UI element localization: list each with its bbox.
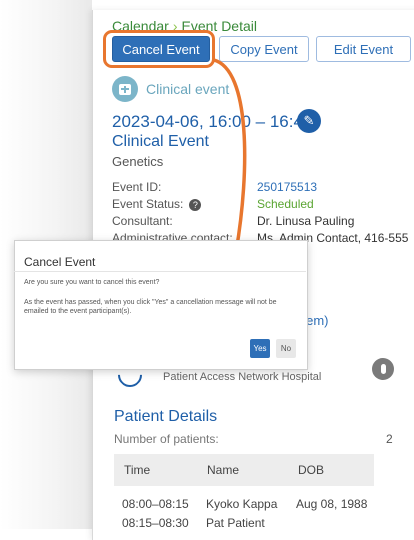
row-time: 08:00–08:15 (122, 497, 189, 511)
patients-table-header (114, 454, 374, 486)
yes-button[interactable]: Yes (250, 339, 270, 358)
hospital-name: Patient Access Network Hospital (163, 371, 322, 383)
location-pin-icon[interactable] (372, 358, 394, 380)
row-dob: Aug 08, 1988 (296, 497, 368, 511)
column-header-dob: DOB (298, 463, 325, 477)
patient-details-title: Patient Details (114, 408, 218, 425)
row-name[interactable]: Pat Patient (206, 516, 265, 530)
row-time: 08:15–08:30 (122, 516, 189, 530)
column-header-name: Name (207, 463, 240, 477)
dialog-question: Are you sure you want to cancel this eve… (24, 279, 160, 286)
row-name[interactable]: Kyoko Kappa (206, 497, 277, 511)
dialog-note: As the event has passed, when you click … (24, 299, 277, 315)
patient-count-value: 2 (386, 432, 393, 446)
dialog-divider (14, 271, 306, 272)
patient-count-label: Number of patients: (114, 432, 219, 446)
dialog-title: Cancel Event (24, 255, 96, 269)
no-button[interactable]: No (276, 339, 296, 358)
column-header-time: Time (124, 463, 151, 477)
